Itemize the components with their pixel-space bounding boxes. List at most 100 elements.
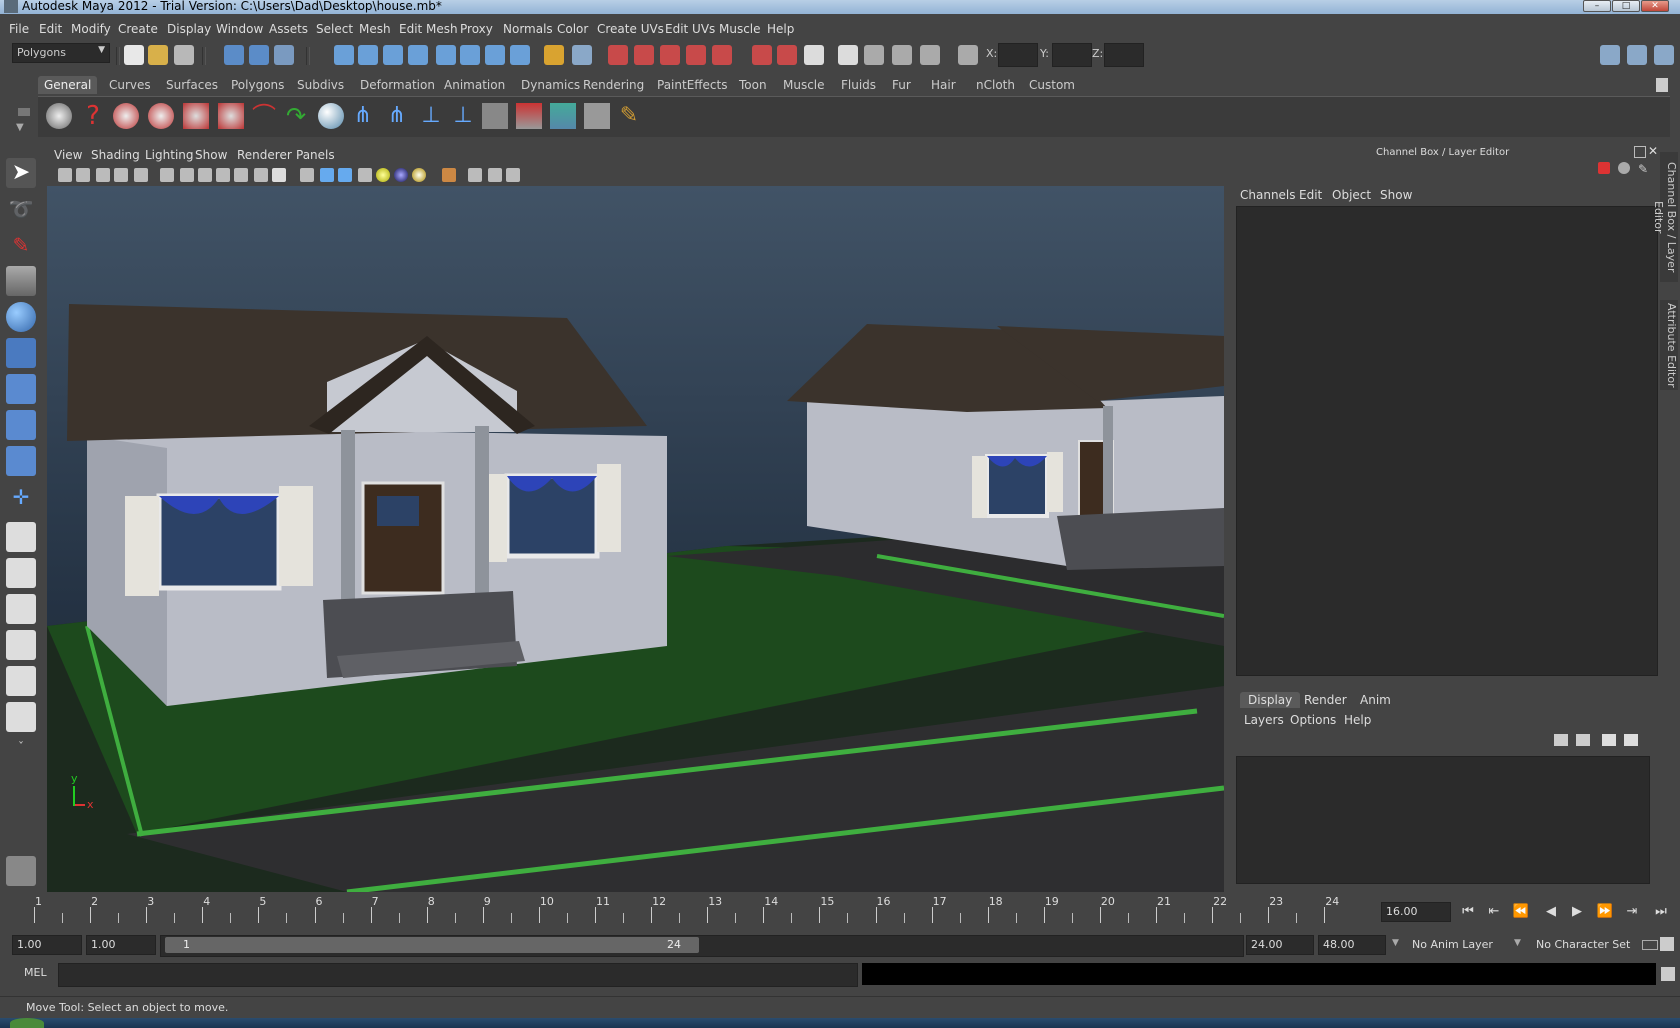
menu-window[interactable]: Window — [216, 22, 263, 36]
smooth-shade-icon[interactable] — [198, 168, 212, 182]
shelf-tab-subdivs[interactable]: Subdivs — [291, 76, 350, 94]
outliner-icon[interactable] — [482, 103, 508, 129]
menu-color[interactable]: Color — [557, 22, 588, 36]
channel-box-icon[interactable] — [892, 45, 912, 65]
render-settings-icon[interactable] — [660, 45, 680, 65]
channels-menu-show[interactable]: Show — [1380, 188, 1412, 202]
bind-skin-2-icon[interactable]: ⊥ — [450, 103, 476, 129]
menu-file[interactable]: File — [9, 22, 29, 36]
snap-grid-icon[interactable] — [334, 45, 354, 65]
wireframe-on-shaded-icon[interactable] — [300, 168, 314, 182]
perspective-outliner-layout-icon[interactable] — [6, 594, 36, 624]
shelf-tab-general[interactable]: General — [38, 76, 98, 94]
pliers-2-icon[interactable] — [218, 103, 244, 129]
gear-red-icon[interactable] — [113, 103, 139, 129]
panel-menu-view[interactable]: View — [54, 148, 82, 162]
current-frame-field[interactable]: 16.00 — [1381, 902, 1451, 922]
menu-set-dropdown[interactable]: Polygons ▼ — [12, 43, 110, 63]
shelf-tab-fur[interactable]: Fur — [886, 76, 917, 94]
panel-menu-shading[interactable]: Shading — [91, 148, 140, 162]
panel-menu-panels[interactable]: Panels — [296, 148, 335, 162]
z-field[interactable] — [1104, 43, 1144, 67]
grid-icon[interactable] — [160, 168, 174, 182]
ik-handle-icon[interactable]: ⋔ — [384, 103, 410, 129]
channel-box-area[interactable] — [1236, 206, 1658, 676]
menu-mesh[interactable]: Mesh — [359, 22, 391, 36]
move-layer-up-icon[interactable] — [1554, 734, 1568, 746]
ipr-render-icon[interactable] — [634, 45, 654, 65]
paint-select-tool-icon[interactable]: ✎ — [6, 230, 36, 260]
film-gate-icon[interactable] — [134, 168, 148, 182]
menu-create[interactable]: Create — [118, 22, 158, 36]
close-button[interactable]: ✕ — [1641, 0, 1669, 12]
channels-menu-channels[interactable]: Channels — [1240, 188, 1296, 202]
xray-icon[interactable] — [320, 168, 334, 182]
textured-icon[interactable] — [254, 168, 268, 182]
attribute-editor-icon[interactable] — [838, 45, 858, 65]
layer-menu-options[interactable]: Options — [1290, 713, 1336, 727]
show-tool-settings-icon[interactable] — [1627, 45, 1647, 65]
show-attribute-editor-icon[interactable] — [1600, 45, 1620, 65]
perspective-viewport[interactable]: y x — [47, 186, 1224, 892]
camera-lock-icon[interactable] — [488, 168, 502, 182]
perspective-graph-layout-icon[interactable] — [6, 630, 36, 660]
script-editor-icon[interactable] — [1661, 967, 1675, 981]
history-icon[interactable] — [460, 45, 480, 65]
hypershade-icon[interactable] — [686, 45, 706, 65]
shelf-tab-polygons[interactable]: Polygons — [225, 76, 290, 94]
shelf-tab-custom[interactable]: Custom — [1023, 76, 1081, 94]
x-field[interactable] — [998, 43, 1038, 67]
channel-icon[interactable] — [1618, 162, 1630, 174]
shelf-menu-icon[interactable]: ▼ — [16, 122, 24, 133]
lasso-tool-icon[interactable]: ➰ — [6, 194, 36, 224]
panel-menu-lighting[interactable]: Lighting — [145, 148, 194, 162]
pen-icon[interactable]: ✎ — [1638, 162, 1648, 176]
attribute-editor-side-tab[interactable]: Attribute Editor — [1660, 300, 1678, 390]
menu-proxy[interactable]: Proxy — [460, 22, 493, 36]
lock-icon[interactable] — [544, 45, 564, 65]
go-to-start-icon[interactable]: ⏮ — [1457, 903, 1479, 921]
playback-start-field[interactable]: 1.00 — [86, 935, 156, 955]
move-tool-icon[interactable] — [6, 266, 36, 296]
menu-display[interactable]: Display — [167, 22, 211, 36]
question-mark-icon[interactable]: ? — [80, 103, 106, 129]
range-slider[interactable]: 1 24 — [160, 935, 1244, 957]
default-light-icon[interactable] — [376, 168, 390, 182]
input-line-icon[interactable] — [752, 45, 772, 65]
go-to-end-icon[interactable]: ⏭ — [1650, 903, 1672, 921]
wireframe-icon[interactable] — [180, 168, 194, 182]
joint-icon[interactable]: ⋔ — [350, 103, 376, 129]
menu-edit[interactable]: Edit — [39, 22, 62, 36]
xray-joints-icon[interactable] — [338, 168, 352, 182]
hypershade-layout-icon[interactable] — [6, 666, 36, 696]
input-line-mode-icon[interactable] — [777, 45, 797, 65]
snap-curve-icon[interactable] — [358, 45, 378, 65]
shelf-tab-surfaces[interactable]: Surfaces — [160, 76, 224, 94]
snap-live-icon[interactable] — [436, 45, 456, 65]
start-button-icon[interactable] — [10, 1018, 44, 1028]
panel-menu-renderer[interactable]: Renderer — [237, 148, 292, 162]
pliers-icon[interactable] — [183, 103, 209, 129]
shelf-tab-muscle[interactable]: Muscle — [777, 76, 831, 94]
single-perspective-layout-icon[interactable] — [6, 522, 36, 552]
step-back-key-icon[interactable]: ⇤ — [1483, 903, 1505, 921]
show-manipulator-icon[interactable] — [6, 446, 36, 476]
shelf-tab-deformation[interactable]: Deformation — [354, 76, 441, 94]
toggle-hud-icon[interactable] — [468, 168, 482, 182]
camera-select-icon[interactable] — [58, 168, 72, 182]
menu-select[interactable]: Select — [316, 22, 353, 36]
arrow-green-icon[interactable]: ↷ — [283, 103, 309, 129]
layer-tab-render[interactable]: Render — [1304, 693, 1347, 707]
film-reel-icon[interactable] — [46, 103, 72, 129]
soft-modification-icon[interactable] — [6, 410, 36, 440]
isolate-select-icon[interactable] — [442, 168, 456, 182]
select-component-icon[interactable] — [274, 45, 294, 65]
end-time-field[interactable]: 48.00 — [1318, 935, 1386, 955]
select-hierarchy-icon[interactable] — [224, 45, 244, 65]
channel-box-side-tab[interactable]: Channel Box / Layer Editor — [1652, 152, 1678, 282]
maya-app-icon[interactable] — [4, 0, 18, 13]
bounding-box-icon[interactable] — [234, 168, 248, 182]
character-set-dropdown[interactable]: ▼ No Character Set — [1514, 935, 1644, 955]
new-layer-icon[interactable] — [1602, 734, 1616, 746]
graph-editor-layout-icon[interactable] — [6, 702, 36, 732]
